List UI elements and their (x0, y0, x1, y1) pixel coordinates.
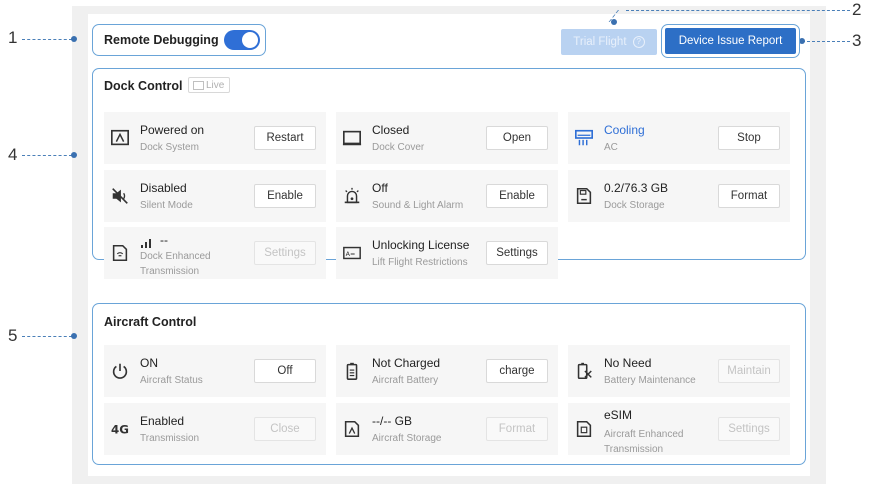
card-subtitle: Dock System (140, 142, 199, 153)
aircraft-card-aircraft-storage: --/-- GB Aircraft Storage Format (336, 403, 558, 455)
enhanced-transmission-icon (110, 243, 132, 265)
stop-button[interactable]: Stop (718, 126, 780, 150)
card-subtitle: Dock Cover (372, 142, 425, 153)
aircraft-card-aircraft-enhanced-transmission: eSIM Aircraft Enhanced Transmission Settin… (568, 403, 790, 455)
card-subtitle: Dock Enhanced Transmission (140, 251, 211, 277)
card-subtitle: Aircraft Battery (372, 375, 439, 386)
dock-card-silent-mode: Disabled Silent Mode Enable (104, 170, 326, 222)
card-title: Enabled (140, 414, 185, 428)
card-subtitle: Battery Maintenance (604, 375, 696, 386)
dock-card-dock-storage: 0.2/76.3 GB Dock Storage Format (568, 170, 790, 222)
power-icon (110, 361, 132, 383)
esim-icon (574, 419, 596, 441)
dock-card-ac: Cooling AC Stop (568, 112, 790, 164)
dock-card-dock-enhanced-transmission: -- Dock Enhanced Transmission Settings (104, 227, 326, 279)
callout-dot-2 (611, 19, 617, 25)
card-subtitle: Transmission (140, 433, 200, 444)
storage-icon (574, 186, 596, 208)
dock-card-lift-flight-restrictions: A= Unlocking License Lift Flight Restricti… (336, 227, 558, 279)
card-title: 0.2/76.3 GB (604, 181, 669, 195)
dock-card-sound-light-alarm: Off Sound & Light Alarm Enable (336, 170, 558, 222)
enable-button[interactable]: Enable (486, 184, 548, 208)
callout-dot-1 (71, 36, 77, 42)
callout-number-4: 4 (8, 145, 18, 164)
remote-debugging-toggle[interactable] (224, 30, 260, 50)
callout-number-2: 2 (852, 0, 862, 19)
card-title: Off (372, 181, 388, 195)
aircraft-storage-icon (342, 419, 364, 441)
card-title: No Need (604, 356, 652, 370)
signal-bars-icon (140, 235, 156, 248)
card-title: Cooling (604, 123, 645, 137)
card-title: Disabled (140, 181, 187, 195)
callout-number-1: 1 (8, 28, 18, 47)
info-icon: ? (632, 35, 645, 48)
dock-card-dock-cover: Closed Dock Cover Open (336, 112, 558, 164)
svg-text:A=: A= (346, 251, 356, 258)
live-camera-icon (193, 80, 204, 90)
charge-button[interactable]: charge (486, 359, 548, 383)
card-title: ON (140, 356, 158, 370)
license-icon: A= (342, 243, 364, 265)
enable-button[interactable]: Enable (254, 184, 316, 208)
open-button[interactable]: Open (486, 126, 548, 150)
aircraft-card-aircraft-status: ON Aircraft Status Off (104, 345, 326, 397)
trial-flight-button[interactable]: Trial Flight ? (561, 29, 657, 55)
aircraft-card-aircraft-battery: Not Charged Aircraft Battery charge (336, 345, 558, 397)
card-subtitle: Aircraft Status (140, 375, 203, 386)
toggle-knob (242, 32, 258, 48)
4g-icon: 4G (110, 419, 132, 441)
card-subtitle: Sound & Light Alarm (372, 200, 464, 211)
dock-control-title: Dock Control (104, 79, 183, 93)
aircraft-card-battery-maintenance: No Need Battery Maintenance Maintain (568, 345, 790, 397)
settings-button[interactable]: Settings (718, 417, 780, 441)
callout-line-4 (22, 155, 72, 156)
battery-maintenance-icon (574, 361, 596, 383)
callout-line-2 (626, 10, 850, 11)
card-subtitle: Aircraft Storage (372, 433, 442, 444)
card-title: Unlocking License (372, 238, 470, 252)
callout-number-5: 5 (8, 326, 18, 345)
svg-text:4G: 4G (111, 423, 129, 437)
card-title: Closed (372, 123, 410, 137)
format-button[interactable]: Format (718, 184, 780, 208)
card-title: Not Charged (372, 356, 441, 370)
card-subtitle: Silent Mode (140, 200, 193, 211)
settings-button[interactable]: Settings (254, 241, 316, 265)
card-title: --/-- GB (372, 414, 412, 428)
dock-system-icon (110, 128, 132, 150)
callout-line-1 (22, 39, 72, 40)
maintain-button[interactable]: Maintain (718, 359, 780, 383)
callout-dot-5 (71, 333, 77, 339)
live-label: Live (206, 80, 225, 91)
off-button[interactable]: Off (254, 359, 316, 383)
card-title: eSIM (604, 408, 633, 422)
card-title: -- (160, 233, 168, 247)
settings-button[interactable]: Settings (486, 241, 548, 265)
card-title: Powered on (140, 123, 205, 137)
card-subtitle: Lift Flight Restrictions (372, 257, 468, 268)
card-subtitle: Aircraft Enhanced Transmission (604, 429, 684, 455)
dock-cover-icon (342, 128, 364, 150)
trial-flight-label: Trial Flight (573, 36, 627, 48)
callout-line-5 (22, 336, 72, 337)
remote-debugging-label: Remote Debugging (104, 33, 219, 47)
silent-mode-icon (110, 186, 132, 208)
card-subtitle: AC (604, 142, 618, 153)
aircraft-card-transmission: 4G Enabled Transmission Close (104, 403, 326, 455)
aircraft-control-title: Aircraft Control (104, 315, 197, 329)
close-button[interactable]: Close (254, 417, 316, 441)
battery-icon (342, 361, 364, 383)
callout-dot-4 (71, 152, 77, 158)
alarm-icon (342, 186, 364, 208)
format-button[interactable]: Format (486, 417, 548, 441)
dock-card-dock-system: Powered on Dock System Restart (104, 112, 326, 164)
restart-button[interactable]: Restart (254, 126, 316, 150)
callout-number-3: 3 (852, 31, 862, 50)
ac-icon (574, 128, 596, 150)
live-badge[interactable]: Live (188, 77, 231, 93)
card-subtitle: Dock Storage (604, 200, 665, 211)
device-issue-report-button[interactable]: Device Issue Report (665, 28, 796, 54)
callout-line-3 (802, 41, 850, 42)
